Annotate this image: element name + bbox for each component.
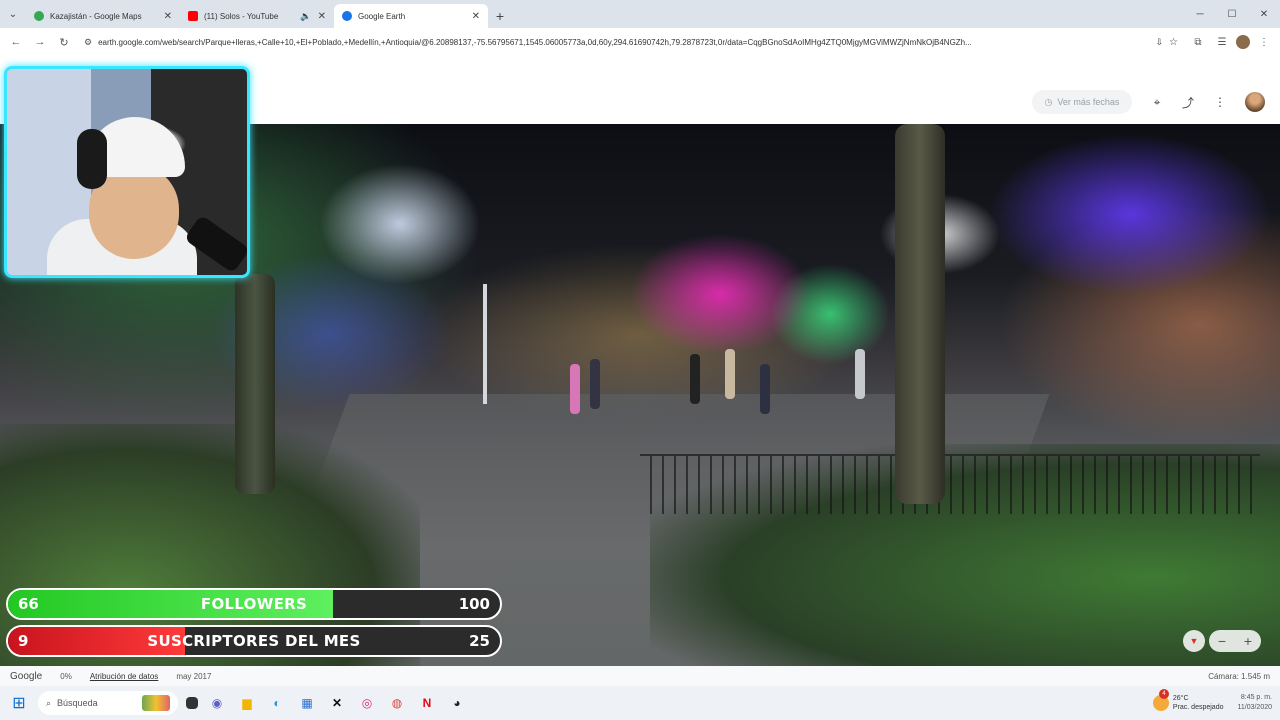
taskbar-search[interactable]: ⌕ Búsqueda	[38, 691, 178, 715]
forward-icon[interactable]: →	[30, 32, 50, 52]
netflix-icon[interactable]: N	[416, 692, 438, 714]
tab-title: Google Earth	[358, 11, 406, 21]
back-icon[interactable]: ←	[6, 32, 26, 52]
maximize-icon[interactable]: ☐	[1216, 0, 1248, 28]
account-avatar[interactable]	[1245, 92, 1265, 112]
chrome-icon[interactable]: ◍	[386, 692, 408, 714]
close-tab-icon[interactable]: ✕	[164, 11, 172, 22]
pedestrian	[570, 364, 580, 414]
goal-label: SUSCRIPTORES DEL MES	[147, 632, 361, 650]
zoom-out-icon[interactable]: −	[1209, 630, 1235, 652]
data-attribution-link[interactable]: Atribución de datos	[90, 672, 159, 681]
tab-google-maps[interactable]: Kazajistán - Google Maps ✕	[26, 4, 180, 28]
notification-badge: 4	[1158, 689, 1169, 699]
obs-app-icon[interactable]: ◕	[446, 692, 468, 714]
tab-title: Kazajistán - Google Maps	[50, 11, 142, 21]
tab-strip: ⌄ Kazajistán - Google Maps ✕ (11) Solos …	[0, 0, 1280, 28]
address-bar[interactable]: ⚙ earth.google.com/web/search/Parque+lle…	[78, 31, 1184, 53]
install-app-icon[interactable]: ⇩	[1155, 37, 1163, 48]
share-icon[interactable]: ⤴	[1178, 92, 1198, 112]
instagram-icon[interactable]: ◎	[356, 692, 378, 714]
street-sign-pole	[483, 284, 487, 404]
browser-menu-icon[interactable]: ⋮	[1254, 32, 1274, 52]
screenshot-icon[interactable]: ⌖	[1147, 92, 1167, 112]
history-icon: ◷	[1044, 96, 1053, 107]
headphones-icon	[77, 129, 107, 189]
close-tab-icon[interactable]: ✕	[472, 11, 480, 22]
earth-favicon-icon	[342, 11, 352, 21]
pedestrian	[760, 364, 770, 414]
garden-fence	[640, 454, 1260, 514]
x-app-icon[interactable]: ✕	[326, 692, 348, 714]
search-icon: ⌕	[46, 697, 52, 708]
extensions-icon[interactable]: ⧉	[1188, 32, 1208, 52]
goal-target: 25	[469, 632, 490, 650]
pedestrian	[690, 354, 700, 404]
browser-toolbar: ← → ↻ ⚙ earth.google.com/web/search/Parq…	[0, 28, 1280, 56]
tree-trunk-left	[235, 274, 275, 494]
map-controls: ▼ − +	[1183, 630, 1261, 652]
tab-youtube[interactable]: (11) Solos - YouTube 🔈 ✕	[180, 4, 334, 28]
chat-app-icon[interactable]: ◉	[206, 692, 228, 714]
more-dates-label: Ver más fechas	[1057, 97, 1120, 107]
profile-avatar[interactable]	[1236, 35, 1250, 49]
windows-taskbar: ⊞ ⌕ Búsqueda ◉ ▆ ◐ ▦ ✕ ◎ ◍ N ◕ 4 26°C Pr…	[0, 686, 1280, 720]
imagery-date: may 2017	[176, 671, 212, 681]
clock-time: 8:45 p. m.	[1240, 694, 1272, 701]
url-text: earth.google.com/web/search/Parque+llera…	[98, 37, 972, 47]
webcam-overlay	[4, 66, 250, 278]
tab-search-chevron-icon[interactable]: ⌄	[0, 0, 26, 28]
camera-altitude: Cámara: 1.545 m	[1208, 671, 1270, 681]
bookmark-star-icon[interactable]: ☆	[1169, 37, 1178, 48]
window-controls: ─ ☐ ✕	[1184, 0, 1280, 28]
zoom-in-icon[interactable]: +	[1235, 630, 1261, 652]
tab-google-earth[interactable]: Google Earth ✕	[334, 4, 488, 28]
weather-sun-icon: 4	[1152, 689, 1169, 711]
task-view-icon[interactable]	[186, 697, 198, 709]
taskbar-clock[interactable]: 8:45 p. m. 11/03/2020	[1237, 693, 1272, 713]
youtube-favicon-icon	[188, 11, 198, 21]
goal-target: 100	[458, 595, 490, 613]
clock-date: 11/03/2020	[1237, 704, 1272, 711]
maps-favicon-icon	[34, 11, 44, 21]
followers-goal-bar: 66 FOLLOWERS 100	[6, 588, 502, 620]
more-dates-button[interactable]: ◷ Ver más fechas	[1032, 90, 1132, 114]
file-explorer-icon[interactable]: ▆	[236, 692, 258, 714]
close-tab-icon[interactable]: ✕	[318, 11, 326, 22]
more-options-icon[interactable]: ⋮	[1210, 92, 1230, 112]
site-info-icon[interactable]: ⚙	[84, 37, 92, 48]
weather-temperature: 26°C	[1172, 695, 1189, 702]
search-highlight-image	[142, 695, 170, 711]
goal-label: FOLLOWERS	[200, 595, 308, 613]
new-tab-button[interactable]: +	[488, 4, 512, 28]
search-placeholder: Búsqueda	[57, 698, 98, 708]
weather-condition: Prac. despejado	[1172, 704, 1224, 711]
earth-status-bar: Google 0% Atribución de datos may 2017 C…	[0, 666, 1280, 686]
subscribers-goal-bar: 9 SUSCRIPTORES DEL MES 25	[6, 625, 502, 657]
pedestrian	[855, 349, 865, 399]
tab-title: (11) Solos - YouTube	[204, 11, 279, 21]
pedestrian	[590, 359, 600, 409]
reload-icon[interactable]: ↻	[54, 32, 74, 52]
store-icon[interactable]: ▦	[296, 692, 318, 714]
windows-start-icon[interactable]: ⊞	[8, 692, 30, 714]
weather-widget[interactable]: 4 26°C Prac. despejado	[1152, 689, 1224, 712]
zoom-control: − +	[1209, 630, 1261, 652]
pedestrian	[725, 349, 735, 399]
google-logo: Google	[10, 670, 43, 682]
edge-browser-icon[interactable]: ◐	[266, 692, 288, 714]
loading-percent: 0%	[60, 671, 72, 681]
reading-list-icon[interactable]: ☰	[1212, 32, 1232, 52]
compass-icon[interactable]: ▼	[1183, 630, 1205, 652]
tree-trunk-right	[895, 124, 945, 504]
close-window-icon[interactable]: ✕	[1248, 0, 1280, 28]
minimize-icon[interactable]: ─	[1184, 0, 1216, 28]
system-tray: 4 26°C Prac. despejado 8:45 p. m. 11/03/…	[1152, 689, 1272, 713]
speaker-icon[interactable]: 🔈	[300, 11, 311, 22]
